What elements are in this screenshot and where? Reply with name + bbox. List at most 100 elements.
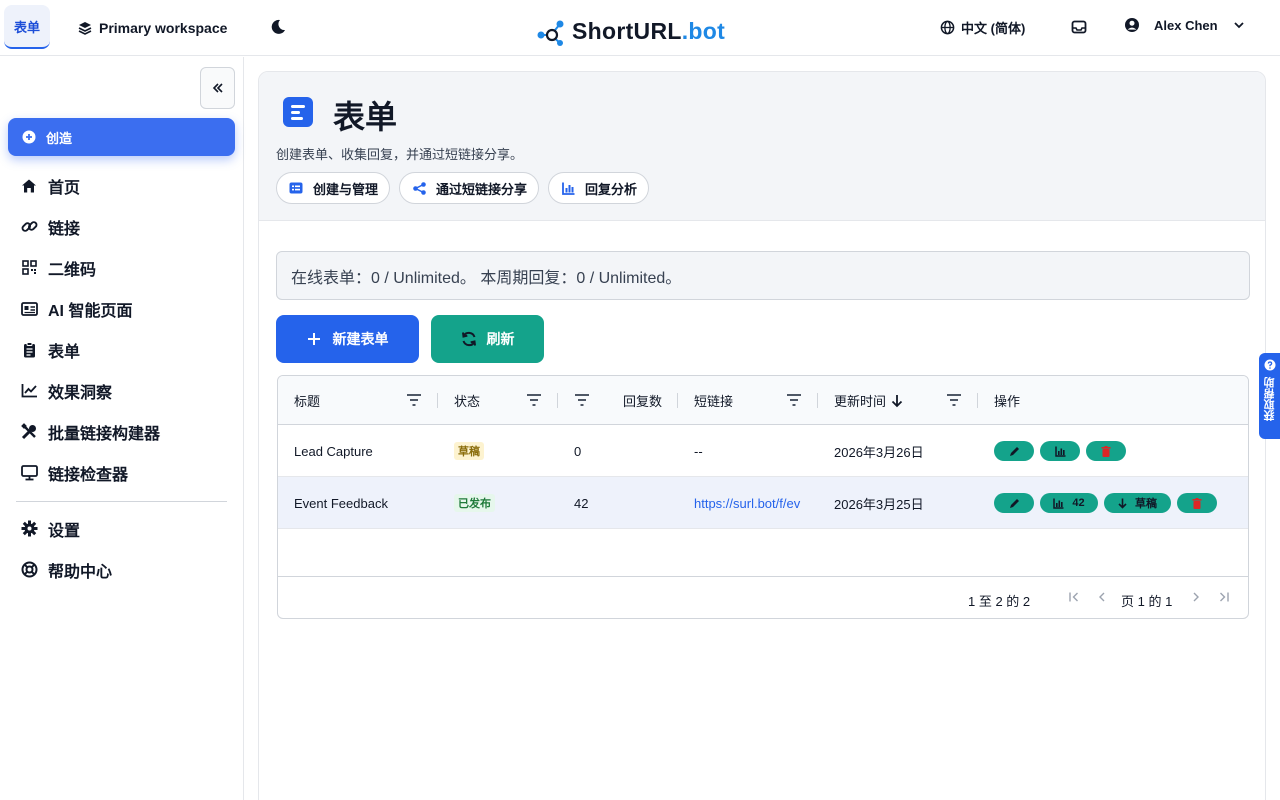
- home-icon: [20, 177, 38, 195]
- sidebar-divider: [16, 501, 227, 502]
- sidebar-item-link-checker[interactable]: 链接检查器: [0, 452, 244, 493]
- analytics-button[interactable]: 42: [1040, 493, 1098, 513]
- sidebar-item-settings[interactable]: 设置: [0, 508, 244, 549]
- edit-button[interactable]: [994, 441, 1034, 461]
- create-button[interactable]: 创造: [8, 118, 235, 156]
- filter-icon[interactable]: [406, 393, 422, 407]
- sidebar-item-ai-pages[interactable]: AI 智能页面: [0, 288, 244, 329]
- refresh-label: 刷新: [486, 331, 515, 347]
- inbox-icon[interactable]: [1071, 19, 1087, 35]
- pill-share-short-link[interactable]: 通过短链接分享: [399, 172, 540, 204]
- column-header-status[interactable]: 状态: [454, 376, 480, 425]
- filter-icon[interactable]: [526, 393, 542, 407]
- delete-button[interactable]: [1086, 441, 1126, 461]
- prev-page-icon[interactable]: [1095, 589, 1109, 605]
- cell-actions: [994, 425, 1132, 477]
- table-pager: 1 至 2 的 2 页 1 的 1: [278, 576, 1248, 618]
- collapse-sidebar-button[interactable]: [200, 67, 235, 109]
- sidebar-item-home[interactable]: 首页: [0, 165, 244, 206]
- analytics-count: 42: [1072, 497, 1085, 509]
- language-selector[interactable]: 中文 (简体): [940, 18, 1025, 37]
- column-separator: [817, 393, 818, 408]
- table-row[interactable]: Event Feedback 已发布 42 https://surl.bot/f…: [278, 477, 1248, 529]
- page-header: 表单 创建表单、收集回复，并通过短链接分享。 创建与管理 通过短链接分享 回复分…: [259, 72, 1265, 221]
- clipboard-icon: [20, 341, 38, 359]
- get-help-tab[interactable]: 获取帮助: [1259, 353, 1280, 439]
- chart-line-icon: [20, 382, 38, 400]
- form-icon: [283, 97, 313, 127]
- analytics-button[interactable]: [1040, 441, 1080, 461]
- short-link[interactable]: https://surl.bot/f/ev: [694, 477, 818, 529]
- pager-page: 页 1 的 1: [1121, 594, 1173, 609]
- cell-updated: 2026年3月26日: [834, 444, 924, 460]
- sidebar-item-label: 帮助中心: [48, 563, 113, 581]
- brand-logo[interactable]: ShortURL.bot: [536, 14, 725, 48]
- filter-icon[interactable]: [574, 393, 590, 407]
- table-row[interactable]: Lead Capture 草稿 0 -- 2026年3月26日: [278, 425, 1248, 477]
- sidebar-nav: 首页 链接 二维码 AI 智能页面 表单 效果洞察 批量链接构建器 链接检查器: [0, 165, 244, 493]
- next-page-icon[interactable]: [1189, 589, 1203, 605]
- cell-status: 已发布: [454, 477, 495, 529]
- tab-forms[interactable]: 表单: [4, 5, 50, 49]
- plus-circle-icon: [22, 130, 36, 144]
- sidebar-item-help-center[interactable]: 帮助中心: [0, 549, 244, 590]
- set-draft-button[interactable]: 草稿: [1104, 493, 1171, 513]
- trash-icon: [1101, 445, 1111, 457]
- arrow-down-icon: [1118, 498, 1127, 509]
- sidebar-item-label: 首页: [48, 179, 81, 197]
- pill-label: 创建与管理: [313, 181, 379, 197]
- pill-create-manage[interactable]: 创建与管理: [276, 172, 391, 204]
- column-header-short-link[interactable]: 短链接: [694, 376, 733, 425]
- create-label: 创造: [46, 130, 73, 146]
- pill-label: 通过短链接分享: [436, 181, 528, 197]
- sidebar-item-forms[interactable]: 表单: [0, 329, 244, 370]
- double-chevron-left-icon: [212, 83, 223, 93]
- avatar-icon: [1125, 18, 1139, 32]
- sidebar-item-qr-codes[interactable]: 二维码: [0, 247, 244, 288]
- id-card-icon: [20, 300, 38, 318]
- pill-response-analytics[interactable]: 回复分析: [548, 172, 650, 204]
- globe-icon: [940, 20, 955, 35]
- layers-icon: [78, 22, 92, 35]
- sidebar-item-insights[interactable]: 效果洞察: [0, 370, 244, 411]
- sidebar-item-label: 表单: [48, 343, 81, 361]
- filter-icon[interactable]: [786, 393, 802, 407]
- sidebar-item-links[interactable]: 链接: [0, 206, 244, 247]
- last-page-icon[interactable]: [1217, 589, 1231, 605]
- user-name: Alex Chen: [1154, 17, 1218, 33]
- sidebar-item-label: 二维码: [48, 261, 97, 279]
- sidebar-nav-bottom: 设置 帮助中心: [0, 508, 244, 590]
- workspace-switcher[interactable]: Primary workspace: [78, 17, 227, 39]
- qr-icon: [20, 259, 38, 277]
- trash-icon: [1192, 497, 1202, 509]
- bar-chart-icon: [561, 181, 575, 195]
- column-header-updated[interactable]: 更新时间: [834, 376, 903, 425]
- main-panel: 表单 创建表单、收集回复，并通过短链接分享。 创建与管理 通过短链接分享 回复分…: [258, 71, 1266, 800]
- new-form-button[interactable]: 新建表单: [276, 315, 419, 363]
- column-separator: [977, 393, 978, 408]
- help-label: 获取帮助: [1263, 377, 1276, 421]
- page-subtitle: 创建表单、收集回复，并通过短链接分享。: [276, 147, 524, 162]
- lifebuoy-icon: [20, 561, 38, 579]
- dark-mode-icon[interactable]: [268, 17, 288, 37]
- filter-icon[interactable]: [946, 393, 962, 407]
- sidebar: 创造 首页 链接 二维码 AI 智能页面 表单 效果洞察 批量链接构建器 链接检…: [0, 57, 244, 800]
- column-header-title[interactable]: 标题: [294, 376, 320, 425]
- user-menu[interactable]: Alex Chen: [1124, 17, 1246, 33]
- refresh-button[interactable]: 刷新: [431, 315, 544, 363]
- edit-button[interactable]: [994, 493, 1034, 513]
- sidebar-item-bulk-builder[interactable]: 批量链接构建器: [0, 411, 244, 452]
- sidebar-item-label: 批量链接构建器: [48, 425, 161, 443]
- bar-chart-icon: [1053, 498, 1064, 509]
- sidebar-item-label: 设置: [48, 522, 81, 540]
- set-draft-label: 草稿: [1135, 498, 1157, 510]
- sidebar-item-label: 效果洞察: [48, 384, 113, 402]
- cell-short-link: --: [694, 443, 703, 459]
- bar-chart-icon: [1054, 446, 1065, 457]
- feature-pills: 创建与管理 通过短链接分享 回复分析: [276, 172, 650, 204]
- delete-button[interactable]: [1177, 493, 1217, 513]
- top-bar: 表单 Primary workspace ShortURL.bot 中文 (简体…: [0, 0, 1280, 56]
- column-header-responses[interactable]: 回复数: [623, 376, 662, 425]
- first-page-icon[interactable]: [1067, 589, 1081, 605]
- refresh-icon: [461, 331, 476, 347]
